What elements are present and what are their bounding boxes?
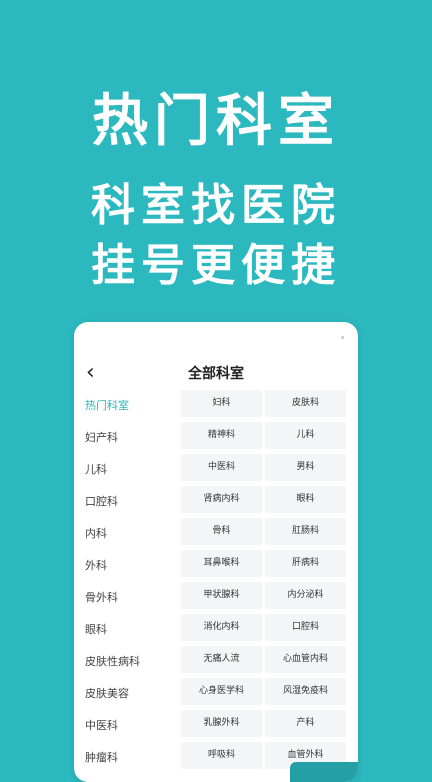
department-tile[interactable]: 呼吸科 bbox=[181, 742, 262, 769]
department-tile[interactable]: 心血管内科 bbox=[265, 646, 346, 673]
sidebar-item[interactable]: 肿瘤科 bbox=[74, 742, 178, 774]
department-tile[interactable]: 内分泌科 bbox=[265, 582, 346, 609]
phone-screen: ‹ 全部科室 热门科室 妇产科 儿科 口腔科 内科 外科 骨外科 眼科 皮肤性病科 皮肤美容 中医科… bbox=[74, 322, 358, 782]
department-tile[interactable]: 甲状腺科 bbox=[181, 582, 262, 609]
department-tile[interactable]: 肛肠科 bbox=[265, 518, 346, 545]
sidebar-item[interactable]: 热门科室 bbox=[74, 390, 178, 422]
department-tile[interactable]: 眼科 bbox=[265, 486, 346, 513]
department-tile[interactable]: 口腔科 bbox=[265, 614, 346, 641]
page-title: 全部科室 bbox=[188, 366, 244, 382]
sidebar-item[interactable]: 儿科 bbox=[74, 454, 178, 486]
department-tile[interactable]: 风湿免疫科 bbox=[265, 678, 346, 705]
department-tile[interactable]: 肝病科 bbox=[265, 550, 346, 577]
department-tile[interactable]: 无痛人流 bbox=[181, 646, 262, 673]
department-tile[interactable]: 精神科 bbox=[181, 422, 262, 449]
status-indicator bbox=[341, 336, 344, 339]
sidebar-item[interactable]: 内科 bbox=[74, 518, 178, 550]
hero-title: 热门科室 bbox=[92, 89, 340, 154]
department-tile[interactable]: 皮肤科 bbox=[265, 390, 346, 417]
department-tile[interactable]: 妇科 bbox=[181, 390, 262, 417]
corner-decoration bbox=[290, 762, 358, 782]
department-tile[interactable]: 中医科 bbox=[181, 454, 262, 481]
hero-subtitle-1: 科室找医院 bbox=[91, 180, 341, 231]
sidebar-item[interactable]: 中医科 bbox=[74, 710, 178, 742]
department-category-sidebar: 热门科室 妇产科 儿科 口腔科 内科 外科 骨外科 眼科 皮肤性病科 皮肤美容 中医科 肿瘤科 bbox=[74, 390, 178, 774]
hero-subtitle-2: 挂号更便捷 bbox=[91, 240, 341, 291]
department-tile[interactable]: 心身医学科 bbox=[181, 678, 262, 705]
department-tile[interactable]: 产科 bbox=[265, 710, 346, 737]
department-tile[interactable]: 儿科 bbox=[265, 422, 346, 449]
sidebar-item[interactable]: 妇产科 bbox=[74, 422, 178, 454]
sidebar-item[interactable]: 骨外科 bbox=[74, 582, 178, 614]
department-tile[interactable]: 肾病内科 bbox=[181, 486, 262, 513]
department-tile[interactable]: 男科 bbox=[265, 454, 346, 481]
sidebar-item[interactable]: 眼科 bbox=[74, 614, 178, 646]
department-tile[interactable]: 骨科 bbox=[181, 518, 262, 545]
department-tile[interactable]: 消化内科 bbox=[181, 614, 262, 641]
department-tile[interactable]: 耳鼻喉科 bbox=[181, 550, 262, 577]
sidebar-item[interactable]: 皮肤美容 bbox=[74, 678, 178, 710]
sidebar-item[interactable]: 外科 bbox=[74, 550, 178, 582]
sidebar-item[interactable]: 口腔科 bbox=[74, 486, 178, 518]
sidebar-item[interactable]: 皮肤性病科 bbox=[74, 646, 178, 678]
department-tile[interactable]: 乳腺外科 bbox=[181, 710, 262, 737]
nav-bar: ‹ 全部科室 bbox=[74, 360, 358, 388]
